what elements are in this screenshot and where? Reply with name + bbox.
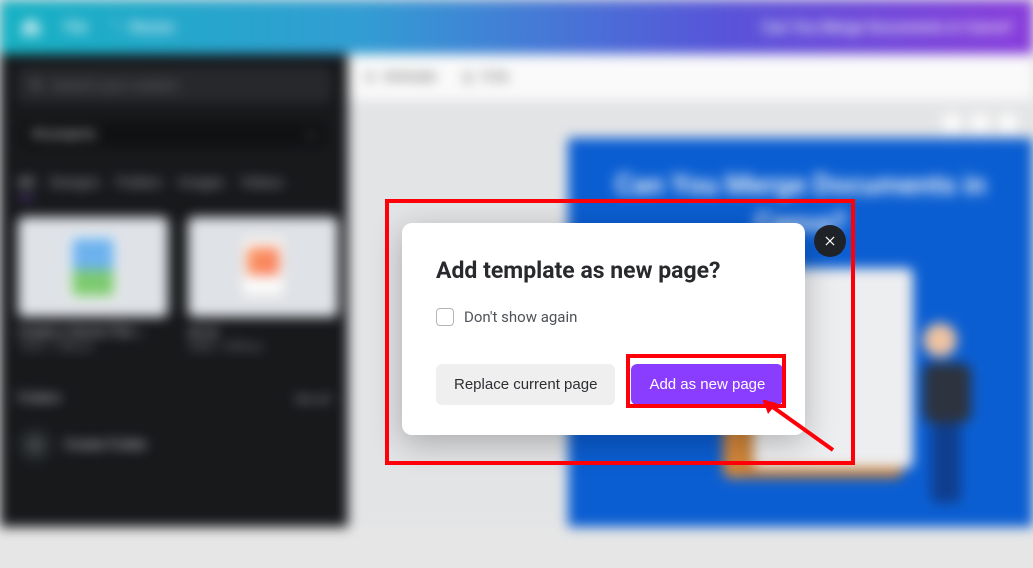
folders-section-label: Folders: [18, 391, 61, 406]
thumbnail-icon: [18, 217, 168, 317]
dont-show-again-row[interactable]: Don't show again: [436, 308, 771, 326]
add-template-modal: Add template as new page? Don't show aga…: [402, 223, 805, 435]
tab-designs[interactable]: Designs: [50, 175, 100, 199]
document-title-topbar: Can You Merge Documents in Canva?: [762, 18, 1013, 36]
tab-images[interactable]: Images: [178, 175, 224, 199]
dont-show-label: Don't show again: [464, 308, 577, 326]
clock-icon: [460, 69, 476, 85]
tab-videos[interactable]: Videos: [241, 175, 284, 199]
projects-dropdown-label: All projects: [31, 127, 96, 142]
timer-button[interactable]: 5.0s: [460, 69, 509, 85]
page-action-icon[interactable]: [941, 112, 963, 134]
thumb-sub: 2480 × 3508 px: [188, 340, 338, 353]
canvas-toolbar: Animate 5.0s: [348, 54, 1033, 100]
content-tabs: All Designs Folders Images Videos: [18, 175, 330, 199]
list-item[interactable]: Create a Vector File i… 1920 × 1080 px: [18, 217, 168, 353]
resize-menu[interactable]: Resize: [110, 18, 174, 36]
add-as-new-page-button[interactable]: Add as new page: [631, 364, 783, 405]
home-icon[interactable]: [20, 16, 42, 38]
list-item[interactable]: art.ai 2480 × 3508 px: [188, 217, 338, 353]
file-menu[interactable]: File: [64, 18, 88, 36]
search-input-wrap[interactable]: [18, 68, 330, 102]
close-icon: [823, 234, 837, 248]
create-folder-button[interactable]: Create Folder: [18, 428, 330, 462]
animate-button[interactable]: Animate: [362, 69, 436, 85]
search-icon: [29, 77, 44, 93]
tab-all[interactable]: All: [18, 175, 34, 199]
replace-current-page-button[interactable]: Replace current page: [436, 364, 615, 405]
left-panel: All projects All Designs Folders Images …: [0, 54, 348, 527]
chevron-down-icon: [305, 129, 317, 141]
search-input[interactable]: [52, 77, 319, 93]
animate-icon: [362, 69, 378, 85]
dont-show-checkbox[interactable]: [436, 308, 454, 326]
thumb-sub: 1920 × 1080 px: [18, 340, 168, 353]
top-bar: File Resize Can You Merge Documents in C…: [0, 0, 1033, 54]
thumbnail-icon: [188, 217, 338, 317]
projects-dropdown[interactable]: All projects: [18, 118, 330, 151]
modal-title: Add template as new page?: [436, 257, 771, 284]
page-action-icon[interactable]: [969, 112, 991, 134]
page-action-icon[interactable]: [997, 112, 1019, 134]
see-all-link[interactable]: See all: [295, 392, 330, 406]
thumb-title: art.ai: [188, 325, 338, 340]
plus-icon: [18, 428, 52, 462]
thumb-title: Create a Vector File i…: [18, 325, 168, 340]
create-folder-label: Create Folder: [64, 437, 147, 453]
page-actions: [941, 112, 1019, 134]
close-modal-button[interactable]: [814, 225, 846, 257]
tab-folders[interactable]: Folders: [116, 175, 162, 199]
